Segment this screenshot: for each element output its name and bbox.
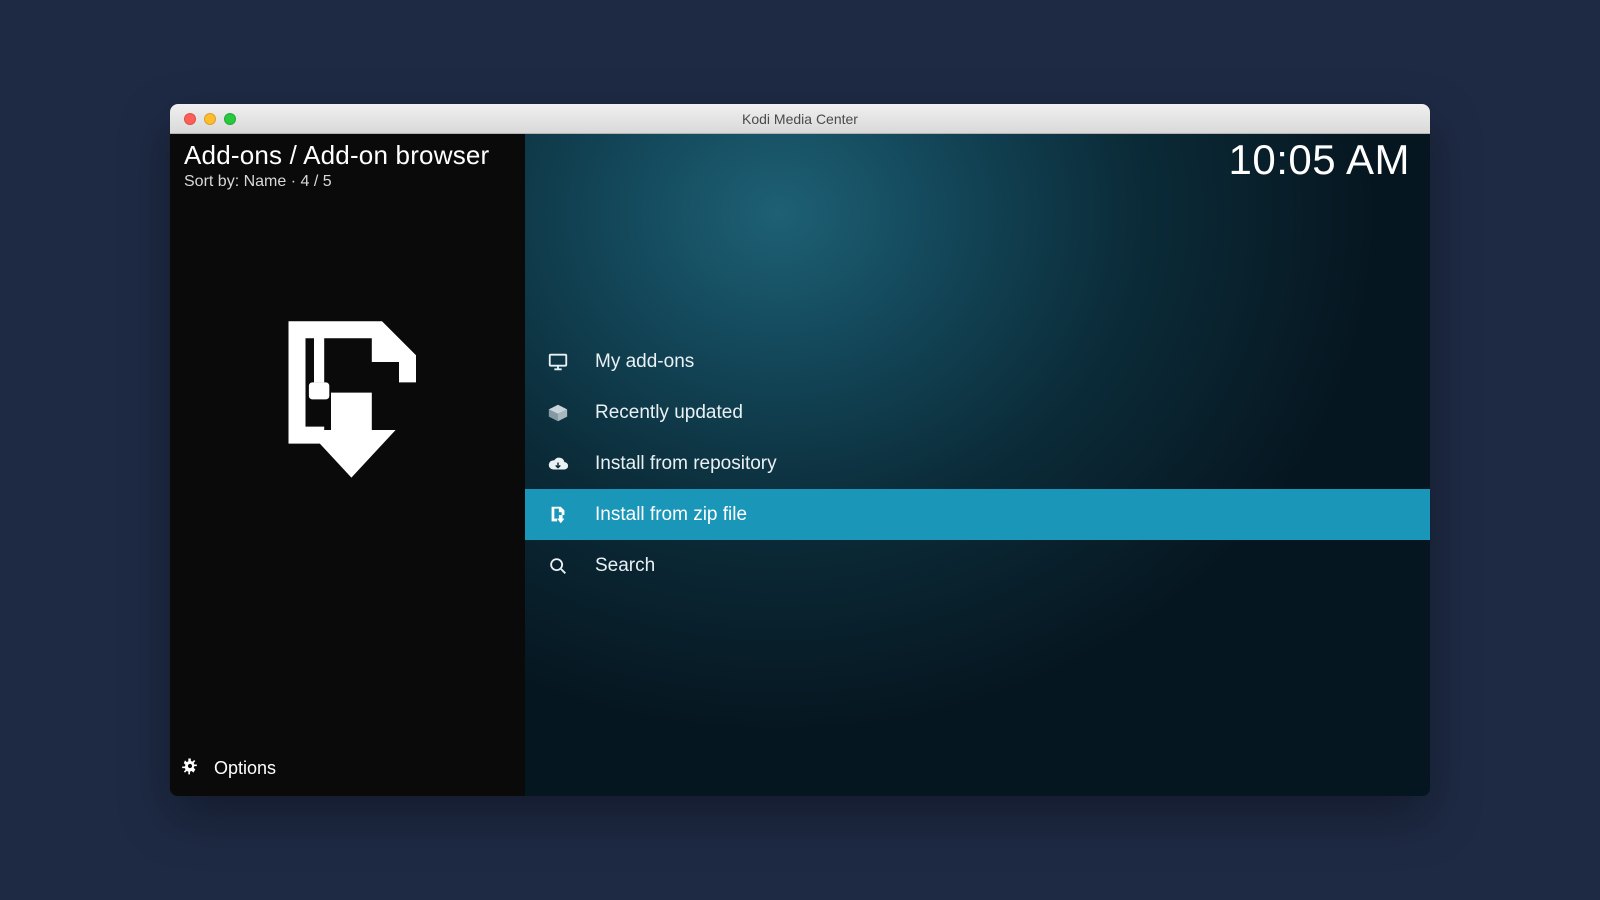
addon-browser-menu: My add-ons Recently updated: [525, 336, 1430, 591]
main-panel: 10:05 AM My add-ons: [525, 134, 1430, 796]
zip-download-icon: [547, 504, 569, 526]
menu-item-install-from-zip[interactable]: Install from zip file: [525, 489, 1430, 540]
minimize-window-button[interactable]: [204, 113, 216, 125]
cloud-download-icon: [547, 453, 569, 475]
window-title: Kodi Media Center: [170, 111, 1430, 127]
zip-download-icon: [263, 311, 433, 481]
sort-divider: ·: [286, 173, 300, 190]
zoom-window-button[interactable]: [224, 113, 236, 125]
options-button[interactable]: Options: [170, 740, 525, 796]
menu-item-install-from-repository[interactable]: Install from repository: [525, 438, 1430, 489]
menu-item-search[interactable]: Search: [525, 540, 1430, 591]
sidebar-hero-icon-wrap: [170, 191, 525, 740]
menu-item-label: My add-ons: [595, 351, 694, 373]
menu-item-label: Search: [595, 555, 655, 577]
window-titlebar: Kodi Media Center: [170, 104, 1430, 134]
breadcrumb: Add-ons / Add-on browser: [170, 140, 525, 171]
sort-value: Name: [244, 173, 287, 190]
search-icon: [547, 555, 569, 577]
sort-summary[interactable]: Sort by: Name · 4 / 5: [170, 171, 525, 191]
open-box-icon: [547, 402, 569, 424]
menu-item-label: Install from zip file: [595, 504, 747, 526]
close-window-button[interactable]: [184, 113, 196, 125]
options-icon: [180, 756, 200, 781]
sidebar: Add-ons / Add-on browser Sort by: Name ·…: [170, 134, 525, 796]
clock: 10:05 AM: [1229, 136, 1410, 184]
monitor-icon: [547, 351, 569, 373]
app-window: Kodi Media Center Add-ons / Add-on brows…: [170, 104, 1430, 796]
menu-item-recently-updated[interactable]: Recently updated: [525, 387, 1430, 438]
options-label: Options: [214, 758, 276, 779]
menu-item-label: Recently updated: [595, 402, 743, 424]
menu-item-label: Install from repository: [595, 453, 777, 475]
content-area: Add-ons / Add-on browser Sort by: Name ·…: [170, 134, 1430, 796]
sort-prefix: Sort by:: [184, 173, 244, 190]
list-position: 4 / 5: [300, 173, 331, 190]
menu-item-my-addons[interactable]: My add-ons: [525, 336, 1430, 387]
traffic-lights: [170, 113, 236, 125]
